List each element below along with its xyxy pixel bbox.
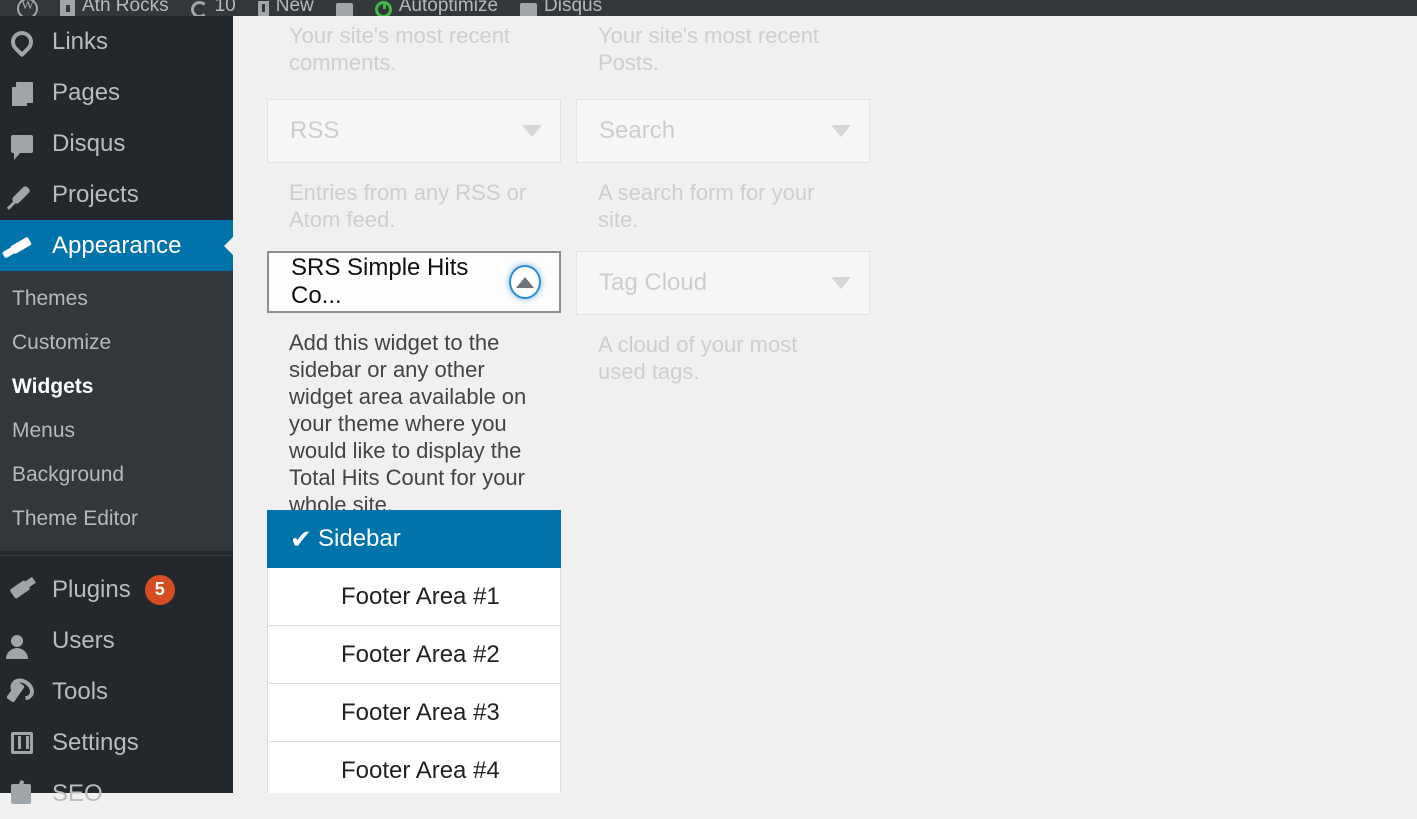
widget-rss[interactable]: RSS Entries from any RSS or Atom feed. xyxy=(267,99,561,233)
widget-tag-cloud[interactable]: Tag Cloud A cloud of your most used tags… xyxy=(576,251,870,385)
sidebar-item-plugins[interactable]: Plugins 5 xyxy=(0,564,233,615)
sidebar-option-footer-area-1[interactable]: Footer Area #1 xyxy=(267,568,561,626)
widget-rss-title: RSS xyxy=(290,117,340,144)
sidebar-item-tools[interactable]: Tools xyxy=(0,666,233,717)
seo-icon xyxy=(11,783,49,804)
admin-bar-item-disqus[interactable]: Disqus xyxy=(509,0,613,16)
sidebar-option-label: Footer Area #3 xyxy=(341,698,500,726)
widget-srs-simple-hits-counter[interactable]: SRS Simple Hits Co... Add this widget to… xyxy=(267,251,561,518)
chevron-up-icon xyxy=(516,276,535,288)
widget-search-title: Search xyxy=(599,117,676,144)
widget-srs-description: Add this widget to the sidebar or any ot… xyxy=(289,330,527,517)
sidebar-item-links[interactable]: Links xyxy=(0,16,233,67)
submenu-item-menus[interactable]: Menus xyxy=(0,409,233,453)
sidebar-option-label: Footer Area #2 xyxy=(341,640,500,668)
settings-icon xyxy=(11,731,49,754)
widget-tag-cloud-title: Tag Cloud xyxy=(599,269,708,296)
widget-recent-posts-desc-wrap: Your site's most recent Posts. xyxy=(576,22,870,76)
pushpin-icon xyxy=(11,184,49,205)
widget-srs-header[interactable]: SRS Simple Hits Co... xyxy=(267,251,561,313)
sidebar-item-pages[interactable]: Pages xyxy=(0,67,233,118)
sidebar-option-sidebar[interactable]: ✔ Sidebar xyxy=(267,510,561,568)
sidebar-item-appearance[interactable]: Appearance xyxy=(0,220,233,271)
widgets-available-panel: Your site's most recent comments. RSS En… xyxy=(233,16,1417,793)
widget-target-sidebar-list[interactable]: ✔ Sidebar Footer Area #1 Footer Area #2 … xyxy=(267,510,561,793)
sidebar-item-label: Plugins xyxy=(52,575,131,603)
sidebar-item-label: Disqus xyxy=(52,129,126,157)
comment-icon xyxy=(335,3,353,16)
sidebar-item-label: Links xyxy=(52,27,109,55)
pages-icon xyxy=(11,82,49,103)
link-icon xyxy=(6,25,49,58)
submenu-item-theme-editor[interactable]: Theme Editor xyxy=(0,497,233,541)
admin-bar-item-autoptimize[interactable]: Autoptimize xyxy=(364,0,509,16)
site-building-icon xyxy=(60,0,75,16)
appearance-submenu: Themes Customize Widgets Menus Backgroun… xyxy=(0,271,233,551)
sidebar-item-label: Tools xyxy=(52,677,109,705)
wordpress-logo-icon xyxy=(17,0,38,16)
disqus-comment-icon xyxy=(520,3,538,16)
widget-search-description: A search form for your site. xyxy=(598,180,815,232)
sidebar-item-users[interactable]: Users xyxy=(0,615,233,666)
admin-sidebar-menu: Links Pages Disqus Projects Appearance T… xyxy=(0,16,233,807)
chevron-up-toggle-icon[interactable] xyxy=(509,265,541,299)
widget-tag-cloud-description: A cloud of your most used tags. xyxy=(598,332,798,384)
admin-bar-site-name-label: Ath Rocks xyxy=(82,0,169,16)
widget-search-header[interactable]: Search xyxy=(576,99,870,163)
sidebar-item-label: Projects xyxy=(52,180,139,208)
sidebar-item-settings[interactable]: Settings xyxy=(0,717,233,768)
wrench-icon xyxy=(6,680,49,703)
chevron-down-icon[interactable] xyxy=(522,125,542,137)
user-icon xyxy=(6,634,49,659)
sidebar-option-label: Sidebar xyxy=(318,525,401,552)
sidebar-item-disqus[interactable]: Disqus xyxy=(0,118,233,169)
sidebar-option-footer-area-2[interactable]: Footer Area #2 xyxy=(267,626,561,684)
widget-recent-comments-desc-wrap: Your site's most recent comments. xyxy=(267,22,561,76)
plugin-icon xyxy=(9,579,49,600)
widget-recent-comments-description: Your site's most recent comments. xyxy=(289,23,511,75)
widget-search[interactable]: Search A search form for your site. xyxy=(576,99,870,233)
widget-recent-posts-description: Your site's most recent Posts. xyxy=(598,23,820,75)
sidebar-item-label: Users xyxy=(52,626,115,654)
autoptimize-status-icon xyxy=(374,1,392,16)
widget-tag-cloud-header[interactable]: Tag Cloud xyxy=(576,251,870,315)
sidebar-option-footer-area-3[interactable]: Footer Area #3 xyxy=(267,684,561,742)
chevron-down-icon[interactable] xyxy=(831,125,851,137)
chevron-down-icon[interactable] xyxy=(831,277,851,289)
admin-bar: Ath Rocks 10 New Autoptimize Disqus xyxy=(0,0,1417,16)
admin-bar-updates-count: 10 xyxy=(214,0,236,16)
admin-bar-autoptimize-label: Autoptimize xyxy=(398,0,499,16)
sidebar-item-label: Pages xyxy=(52,78,121,106)
sidebar-item-seo[interactable]: SEO xyxy=(0,768,233,819)
sidebar-item-label: SEO xyxy=(52,779,103,807)
paintbrush-icon xyxy=(10,236,49,255)
sidebar-option-label: Footer Area #4 xyxy=(341,756,500,784)
admin-bar-item-comments[interactable] xyxy=(325,0,364,16)
sidebar-item-label: Settings xyxy=(52,728,139,756)
admin-bar-new-label: New xyxy=(275,0,314,16)
admin-bar-item-new[interactable]: New xyxy=(247,0,325,16)
sidebar-item-label: Appearance xyxy=(52,231,182,259)
admin-bar-disqus-label: Disqus xyxy=(544,0,603,16)
submenu-item-customize[interactable]: Customize xyxy=(0,321,233,365)
new-content-icon xyxy=(257,1,269,16)
menu-divider xyxy=(0,555,233,564)
widget-rss-description: Entries from any RSS or Atom feed. xyxy=(289,180,527,232)
comment-icon xyxy=(11,134,49,160)
sidebar-option-label: Footer Area #1 xyxy=(341,582,500,610)
sidebar-option-footer-area-4[interactable]: Footer Area #4 xyxy=(267,742,561,793)
submenu-item-background[interactable]: Background xyxy=(0,453,233,497)
plugins-update-badge: 5 xyxy=(144,574,175,605)
admin-bar-item-site-name[interactable]: Ath Rocks xyxy=(49,0,180,16)
widget-srs-title: SRS Simple Hits Co... xyxy=(291,254,469,309)
sidebar-item-projects[interactable]: Projects xyxy=(0,169,233,220)
submenu-item-themes[interactable]: Themes xyxy=(0,277,233,321)
admin-bar-item-updates[interactable]: 10 xyxy=(180,0,247,16)
admin-bar-item-wordpress[interactable] xyxy=(6,0,49,16)
submenu-item-widgets[interactable]: Widgets xyxy=(0,365,233,409)
check-icon: ✔ xyxy=(290,524,312,554)
widget-rss-header[interactable]: RSS xyxy=(267,99,561,163)
refresh-icon xyxy=(190,1,208,16)
